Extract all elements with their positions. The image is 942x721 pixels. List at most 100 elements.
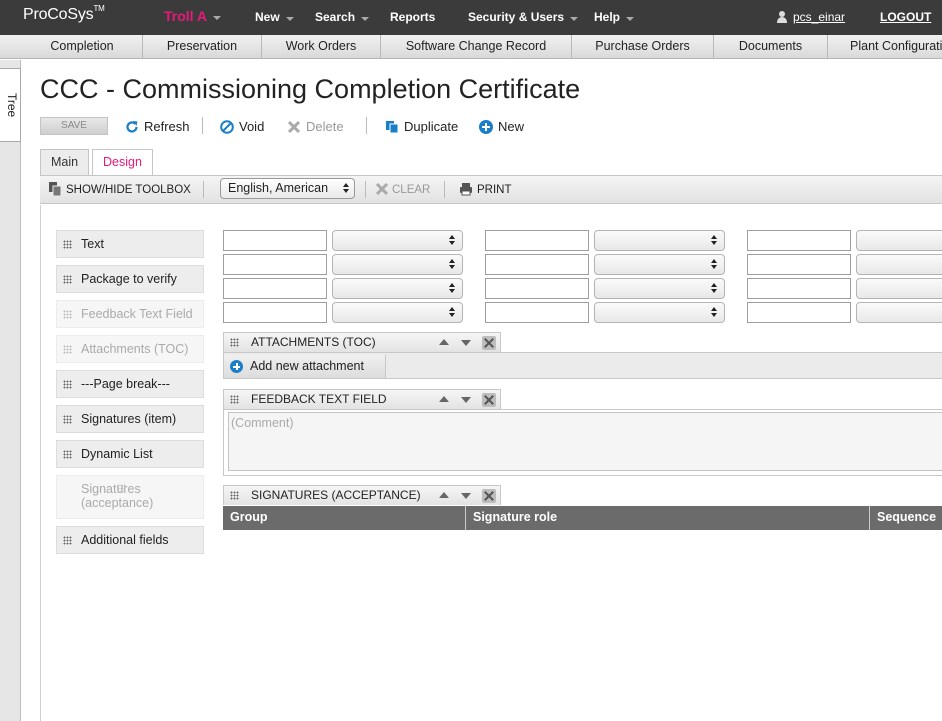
field-text-input[interactable] bbox=[223, 278, 327, 299]
toolbox-item-page-break[interactable]: ---Page break--- bbox=[56, 370, 204, 398]
drag-handle-icon bbox=[63, 380, 72, 389]
field-text-input[interactable] bbox=[485, 278, 589, 299]
remove-section-icon[interactable] bbox=[482, 489, 496, 503]
project-selector[interactable]: Troll A bbox=[164, 8, 222, 24]
remove-section-icon[interactable] bbox=[482, 336, 496, 350]
drag-handle-icon bbox=[63, 310, 72, 319]
add-attachment-button[interactable]: Add new attachment bbox=[224, 355, 386, 378]
tab-main[interactable]: Main bbox=[40, 149, 90, 175]
move-down-icon[interactable] bbox=[461, 493, 471, 499]
procosys-logo[interactable]: ProCoSysTM bbox=[23, 4, 105, 24]
drag-handle-icon[interactable] bbox=[230, 395, 239, 404]
tree-toggle-tab[interactable]: Tree bbox=[0, 68, 21, 142]
column-header-group[interactable]: Group bbox=[223, 506, 466, 530]
nav-help[interactable]: Help bbox=[594, 10, 635, 24]
print-button[interactable]: PRINT bbox=[459, 183, 512, 197]
plus-circle-icon bbox=[230, 360, 243, 373]
field-text-input[interactable] bbox=[223, 230, 327, 251]
comment-textarea[interactable]: (Comment) bbox=[228, 412, 942, 471]
field-text-input[interactable] bbox=[223, 302, 327, 323]
toolbox-item-additional-fields[interactable]: Additional fields bbox=[56, 526, 204, 554]
field-text-input[interactable] bbox=[485, 302, 589, 323]
drag-handle-icon[interactable] bbox=[230, 491, 239, 500]
field-text-input[interactable] bbox=[485, 230, 589, 251]
toolbar-divider bbox=[203, 181, 204, 198]
drag-handle-icon[interactable] bbox=[230, 338, 239, 347]
field-text-input[interactable] bbox=[485, 254, 589, 275]
new-button[interactable]: New bbox=[479, 118, 524, 136]
field-select[interactable] bbox=[332, 254, 463, 275]
nav-reports[interactable]: Reports bbox=[390, 10, 435, 24]
field-select[interactable] bbox=[856, 302, 942, 323]
menu-completion[interactable]: Completion bbox=[22, 35, 143, 59]
select-arrows-icon bbox=[711, 235, 718, 246]
column-header-sequence[interactable]: Sequence bbox=[870, 506, 942, 530]
toolbar-divider bbox=[365, 181, 366, 198]
nav-security-users[interactable]: Security & Users bbox=[468, 10, 579, 24]
toolbox-item-signatures-acceptance: Signatures (acceptance) bbox=[56, 475, 204, 519]
design-toolbar: SHOW/HIDE TOOLBOX English, American CLEA… bbox=[40, 176, 942, 204]
toolbox-item-dynamic-list[interactable]: Dynamic List bbox=[56, 440, 204, 468]
field-select[interactable] bbox=[332, 230, 463, 251]
toolbox-item-signatures-item[interactable]: Signatures (item) bbox=[56, 405, 204, 433]
field-select[interactable] bbox=[856, 230, 942, 251]
field-select[interactable] bbox=[594, 254, 725, 275]
duplicate-icon bbox=[386, 120, 399, 134]
user-link[interactable]: pcs_einar bbox=[777, 10, 845, 24]
page-title: CCC - Commissioning Completion Certifica… bbox=[40, 74, 581, 104]
toolbar-divider bbox=[444, 181, 445, 198]
toolbox-item-package-to-verify[interactable]: Package to verify bbox=[56, 265, 204, 293]
toolbox-icon bbox=[49, 182, 62, 196]
duplicate-button[interactable]: Duplicate bbox=[385, 118, 458, 136]
field-select[interactable] bbox=[856, 278, 942, 299]
move-up-icon[interactable] bbox=[439, 492, 449, 498]
nav-new[interactable]: New bbox=[255, 10, 294, 24]
chevron-down-icon bbox=[285, 16, 294, 21]
move-down-icon[interactable] bbox=[461, 397, 471, 403]
field-select[interactable] bbox=[332, 302, 463, 323]
field-text-input[interactable] bbox=[747, 230, 851, 251]
clear-x-icon bbox=[375, 182, 389, 196]
logout-link[interactable]: LOGOUT bbox=[880, 10, 931, 24]
select-arrows-icon bbox=[343, 183, 350, 194]
field-select[interactable] bbox=[594, 278, 725, 299]
remove-section-icon[interactable] bbox=[482, 393, 496, 407]
move-down-icon[interactable] bbox=[461, 340, 471, 346]
toolbar-divider bbox=[366, 117, 367, 134]
column-header-signature-role[interactable]: Signature role bbox=[466, 506, 870, 530]
menu-software-change-record[interactable]: Software Change Record bbox=[381, 35, 572, 59]
refresh-button[interactable]: Refresh bbox=[125, 118, 190, 136]
clear-button[interactable]: CLEAR bbox=[375, 182, 430, 197]
user-icon bbox=[777, 10, 787, 23]
menu-plant-configuration[interactable]: Plant Configurati bbox=[828, 35, 942, 59]
field-text-input[interactable] bbox=[747, 302, 851, 323]
drag-handle-icon bbox=[63, 345, 72, 354]
field-text-input[interactable] bbox=[747, 254, 851, 275]
move-up-icon[interactable] bbox=[439, 339, 449, 345]
nav-search[interactable]: Search bbox=[315, 10, 370, 24]
move-up-icon[interactable] bbox=[439, 396, 449, 402]
field-select[interactable] bbox=[594, 230, 725, 251]
void-button[interactable]: Void bbox=[220, 118, 264, 136]
menu-documents[interactable]: Documents bbox=[714, 35, 828, 59]
tab-design[interactable]: Design bbox=[92, 149, 153, 176]
drag-handle-icon bbox=[117, 484, 126, 493]
toolbox-item-text[interactable]: Text bbox=[56, 230, 204, 258]
delete-button[interactable]: Delete bbox=[287, 118, 344, 136]
plus-circle-icon bbox=[479, 119, 493, 134]
language-select[interactable]: English, American bbox=[220, 178, 355, 199]
save-button[interactable]: SAVE bbox=[40, 117, 108, 135]
field-text-input[interactable] bbox=[747, 278, 851, 299]
menu-preservation[interactable]: Preservation bbox=[143, 35, 262, 59]
top-bar: ProCoSysTM Troll A New Search Reports Se… bbox=[0, 0, 942, 35]
field-select[interactable] bbox=[594, 302, 725, 323]
feedback-section-header: FEEDBACK TEXT FIELD bbox=[223, 389, 501, 409]
menu-purchase-orders[interactable]: Purchase Orders bbox=[572, 35, 714, 59]
field-text-input[interactable] bbox=[223, 254, 327, 275]
field-select[interactable] bbox=[332, 278, 463, 299]
show-hide-toolbox-button[interactable]: SHOW/HIDE TOOLBOX bbox=[49, 182, 191, 197]
menu-work-orders[interactable]: Work Orders bbox=[262, 35, 381, 59]
field-select[interactable] bbox=[856, 254, 942, 275]
signatures-table-header: Group Signature role Sequence bbox=[223, 506, 942, 530]
drag-handle-icon bbox=[63, 275, 72, 284]
